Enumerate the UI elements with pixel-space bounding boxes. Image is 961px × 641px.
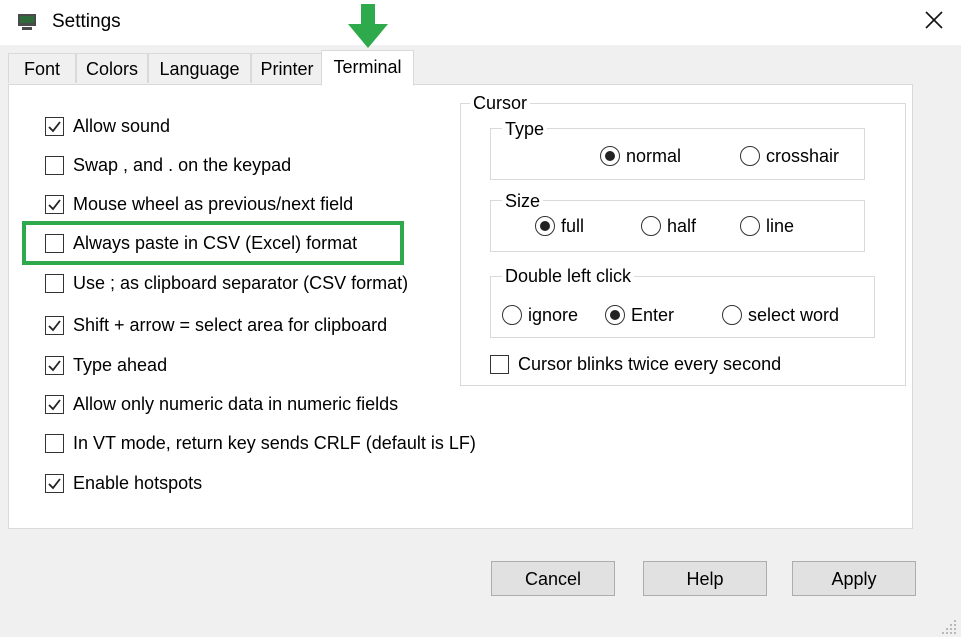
option-label: Enable hotspots xyxy=(73,472,203,493)
option-label: Use ; as clipboard separator (CSV format… xyxy=(73,272,409,293)
option-checkbox[interactable]: Type ahead xyxy=(45,353,167,377)
type-group-label: Type xyxy=(502,119,548,140)
option-label: Allow only numeric data in numeric field… xyxy=(73,393,399,414)
double-click-group-label: Double left click xyxy=(502,266,635,287)
highlight-box xyxy=(22,221,404,265)
radio-button[interactable] xyxy=(502,305,522,325)
cursor-blink-label: Cursor blinks twice every second xyxy=(518,353,782,374)
option-checkbox[interactable]: Shift + arrow = select area for clipboar… xyxy=(45,313,387,337)
radio-button[interactable] xyxy=(722,305,742,325)
tab-language[interactable]: Language xyxy=(148,53,251,83)
radio-button[interactable] xyxy=(600,146,620,166)
option-label: In VT mode, return key sends CRLF (defau… xyxy=(73,432,476,453)
radio-size-line[interactable]: line xyxy=(740,214,794,238)
cursor-group-label: Cursor xyxy=(470,93,531,114)
apply-button[interactable]: Apply xyxy=(792,561,916,596)
radio-size-full[interactable]: full xyxy=(535,214,584,238)
radio-label: Enter xyxy=(631,304,675,325)
tab-terminal[interactable]: Terminal xyxy=(321,50,414,86)
radio-label: crosshair xyxy=(766,145,840,166)
option-checkbox[interactable]: Mouse wheel as previous/next field xyxy=(45,192,353,216)
option-label: Shift + arrow = select area for clipboar… xyxy=(73,314,388,335)
radio-button[interactable] xyxy=(535,216,555,236)
radio-label: line xyxy=(766,215,795,236)
option-checkbox[interactable]: In VT mode, return key sends CRLF (defau… xyxy=(45,431,476,455)
tab-colors[interactable]: Colors xyxy=(76,53,148,83)
help-button[interactable]: Help xyxy=(643,561,767,596)
radio-label: full xyxy=(561,215,585,236)
checkbox-unchecked[interactable] xyxy=(45,155,64,175)
radio-button[interactable] xyxy=(740,216,760,236)
close-icon[interactable] xyxy=(922,8,946,32)
option-checkbox[interactable]: Allow sound xyxy=(45,114,170,138)
option-label: Mouse wheel as previous/next field xyxy=(73,193,354,214)
checkbox-checked[interactable] xyxy=(45,315,64,335)
option-label: Swap , and . on the keypad xyxy=(73,154,292,175)
arrow-down-icon xyxy=(348,2,388,50)
tab-printer[interactable]: Printer xyxy=(251,53,323,83)
radio-button[interactable] xyxy=(605,305,625,325)
radio-double-click-select-word[interactable]: select word xyxy=(722,303,839,327)
option-label: Allow sound xyxy=(73,115,171,136)
size-group-label: Size xyxy=(502,191,544,212)
checkbox-checked[interactable] xyxy=(45,194,64,214)
radio-size-half[interactable]: half xyxy=(641,214,696,238)
tab-font[interactable]: Font xyxy=(8,53,76,83)
radio-label: ignore xyxy=(528,304,579,325)
checkbox-checked[interactable] xyxy=(45,473,64,493)
radio-selected-dot xyxy=(540,221,550,231)
radio-button[interactable] xyxy=(740,146,760,166)
option-checkbox[interactable]: Enable hotspots xyxy=(45,471,202,495)
radio-double-click-ignore[interactable]: ignore xyxy=(502,303,578,327)
radio-button[interactable] xyxy=(641,216,661,236)
checkbox-box[interactable] xyxy=(490,354,509,374)
checkbox-checked[interactable] xyxy=(45,394,64,414)
checkbox-checked[interactable] xyxy=(45,355,64,375)
radio-selected-dot xyxy=(610,310,620,320)
radio-label: select word xyxy=(748,304,840,325)
radio-type-normal[interactable]: normal xyxy=(600,144,681,168)
checkbox-checked[interactable] xyxy=(45,116,64,136)
resize-grip-icon[interactable] xyxy=(940,618,958,636)
radio-type-crosshair[interactable]: crosshair xyxy=(740,144,839,168)
checkbox-unchecked[interactable] xyxy=(45,273,64,293)
checkbox-unchecked[interactable] xyxy=(45,433,64,453)
radio-selected-dot xyxy=(605,151,615,161)
radio-label: normal xyxy=(626,145,682,166)
window-title: Settings xyxy=(52,11,121,32)
radio-double-click-enter[interactable]: Enter xyxy=(605,303,674,327)
app-icon xyxy=(18,14,36,30)
radio-label: half xyxy=(667,215,697,236)
option-checkbox[interactable]: Allow only numeric data in numeric field… xyxy=(45,392,398,416)
cancel-button[interactable]: Cancel xyxy=(491,561,615,596)
option-checkbox[interactable]: Use ; as clipboard separator (CSV format… xyxy=(45,271,408,295)
cursor-blink-checkbox[interactable]: Cursor blinks twice every second xyxy=(490,352,781,376)
option-label: Type ahead xyxy=(73,354,168,375)
option-checkbox[interactable]: Swap , and . on the keypad xyxy=(45,153,291,177)
